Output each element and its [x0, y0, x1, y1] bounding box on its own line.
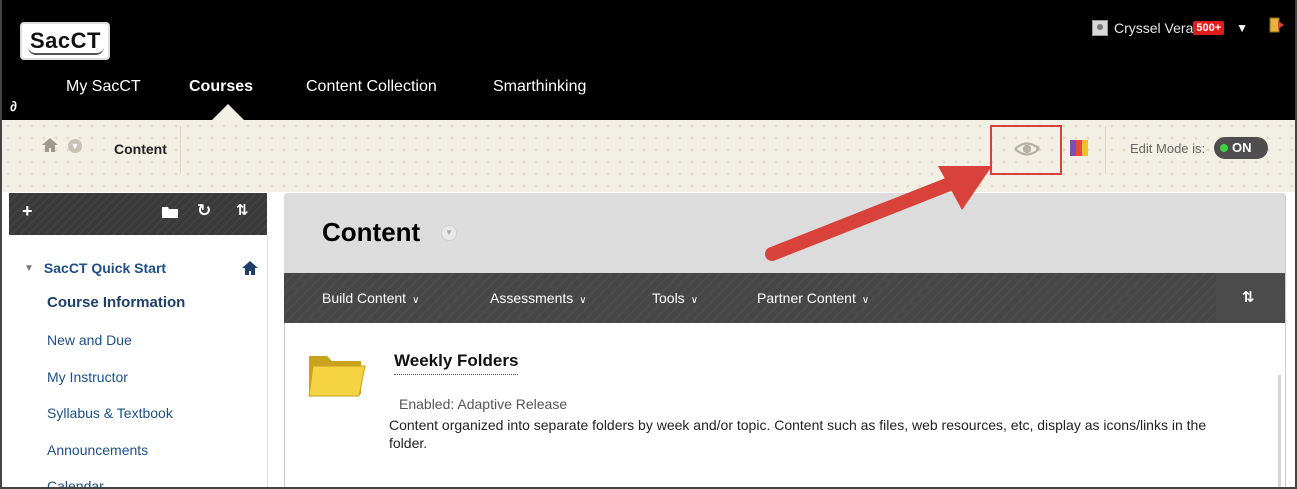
- build-content-menu[interactable]: Build Content ∨: [322, 290, 419, 306]
- sidebar-item-new-and-due[interactable]: New and Due: [47, 332, 132, 348]
- content-item-title[interactable]: Weekly Folders: [394, 351, 519, 375]
- home-icon[interactable]: [42, 138, 58, 152]
- content-item-status: Enabled: Adaptive Release: [399, 396, 568, 412]
- course-home-icon[interactable]: [242, 261, 258, 275]
- logo-wave: [28, 47, 104, 55]
- sidebar-toolbar: [9, 193, 267, 235]
- user-avatar-icon: [1092, 20, 1108, 36]
- annotation-highlight-box: [990, 125, 1062, 175]
- refresh-icon[interactable]: ↻: [197, 201, 211, 221]
- user-menu[interactable]: Cryssel Vera 500+ ▼: [1092, 20, 1248, 36]
- notification-badge[interactable]: 500+: [1193, 21, 1225, 35]
- content-item-description: Content organized into separate folders …: [389, 417, 1207, 451]
- chevron-down-icon: ∨: [412, 295, 420, 306]
- course-name[interactable]: SacCT Quick Start: [44, 260, 166, 276]
- course-menu-header[interactable]: ▼ SacCT Quick Start: [24, 260, 166, 276]
- logout-icon[interactable]: [1268, 16, 1286, 34]
- tab-courses[interactable]: Courses: [189, 78, 253, 96]
- chevron-down-icon[interactable]: ▼: [441, 225, 457, 241]
- build-content-label: Build Content: [322, 290, 407, 306]
- edit-mode-state: ON: [1232, 140, 1252, 155]
- folder-icon[interactable]: [307, 350, 367, 398]
- tab-my-sacct[interactable]: My SacCT: [66, 78, 141, 96]
- page-title: Content: [322, 217, 421, 247]
- tab-content-collection[interactable]: Content Collection: [306, 78, 437, 96]
- tools-menu[interactable]: Tools ∨: [652, 290, 698, 306]
- scrollbar[interactable]: [1278, 375, 1281, 487]
- chevron-down-icon[interactable]: ▼: [68, 139, 82, 153]
- top-header: [2, 0, 1295, 120]
- chevron-down-icon[interactable]: ▼: [1236, 21, 1248, 35]
- breadcrumb-current: Content: [114, 141, 167, 157]
- chevron-down-icon: ∨: [690, 295, 699, 306]
- user-name[interactable]: Cryssel Vera: [1114, 20, 1193, 36]
- sidebar-item-calendar[interactable]: Calendar: [47, 478, 104, 487]
- sidebar-item-syllabus-textbook[interactable]: Syllabus & Textbook: [47, 405, 173, 421]
- sidebar-item-my-instructor[interactable]: My Instructor: [47, 369, 128, 385]
- breadcrumb-bar: [2, 120, 1295, 192]
- content-header: [284, 193, 1285, 273]
- partner-content-menu[interactable]: Partner Content ∨: [757, 290, 869, 306]
- tools-label: Tools: [652, 290, 685, 306]
- toolbar-divider: [1105, 126, 1106, 174]
- active-tab-caret: [212, 104, 244, 120]
- saccct-logo[interactable]: SacCT: [20, 22, 110, 60]
- tab-smarthinking[interactable]: Smarthinking: [493, 78, 586, 96]
- chevron-down-icon: ∨: [579, 295, 587, 306]
- plus-icon[interactable]: +: [22, 201, 33, 222]
- collapse-triangle-icon[interactable]: ▼: [24, 263, 34, 274]
- app-frame: SacCT ∂ My SacCT Courses Content Collect…: [0, 0, 1297, 489]
- chevron-down-icon: ∨: [861, 295, 870, 306]
- sort-button[interactable]: ⇅: [1216, 273, 1284, 323]
- assessments-menu[interactable]: Assessments ∨: [490, 290, 587, 306]
- toggle-indicator: [1220, 144, 1228, 152]
- edit-mode-label: Edit Mode is:: [1130, 141, 1206, 156]
- sidebar-item-announcements[interactable]: Announcements: [47, 442, 148, 458]
- color-palette-icon[interactable]: [1070, 140, 1088, 156]
- sort-icon[interactable]: ⇅: [236, 201, 249, 219]
- sort-icon: ⇅: [1242, 288, 1255, 306]
- link-icon[interactable]: ∂: [10, 98, 17, 114]
- assessments-label: Assessments: [490, 290, 574, 306]
- partner-content-label: Partner Content: [757, 290, 856, 306]
- edit-mode-toggle[interactable]: ON: [1214, 137, 1268, 159]
- folder-icon[interactable]: [162, 206, 178, 218]
- sidebar-item-course-information[interactable]: Course Information: [47, 294, 185, 311]
